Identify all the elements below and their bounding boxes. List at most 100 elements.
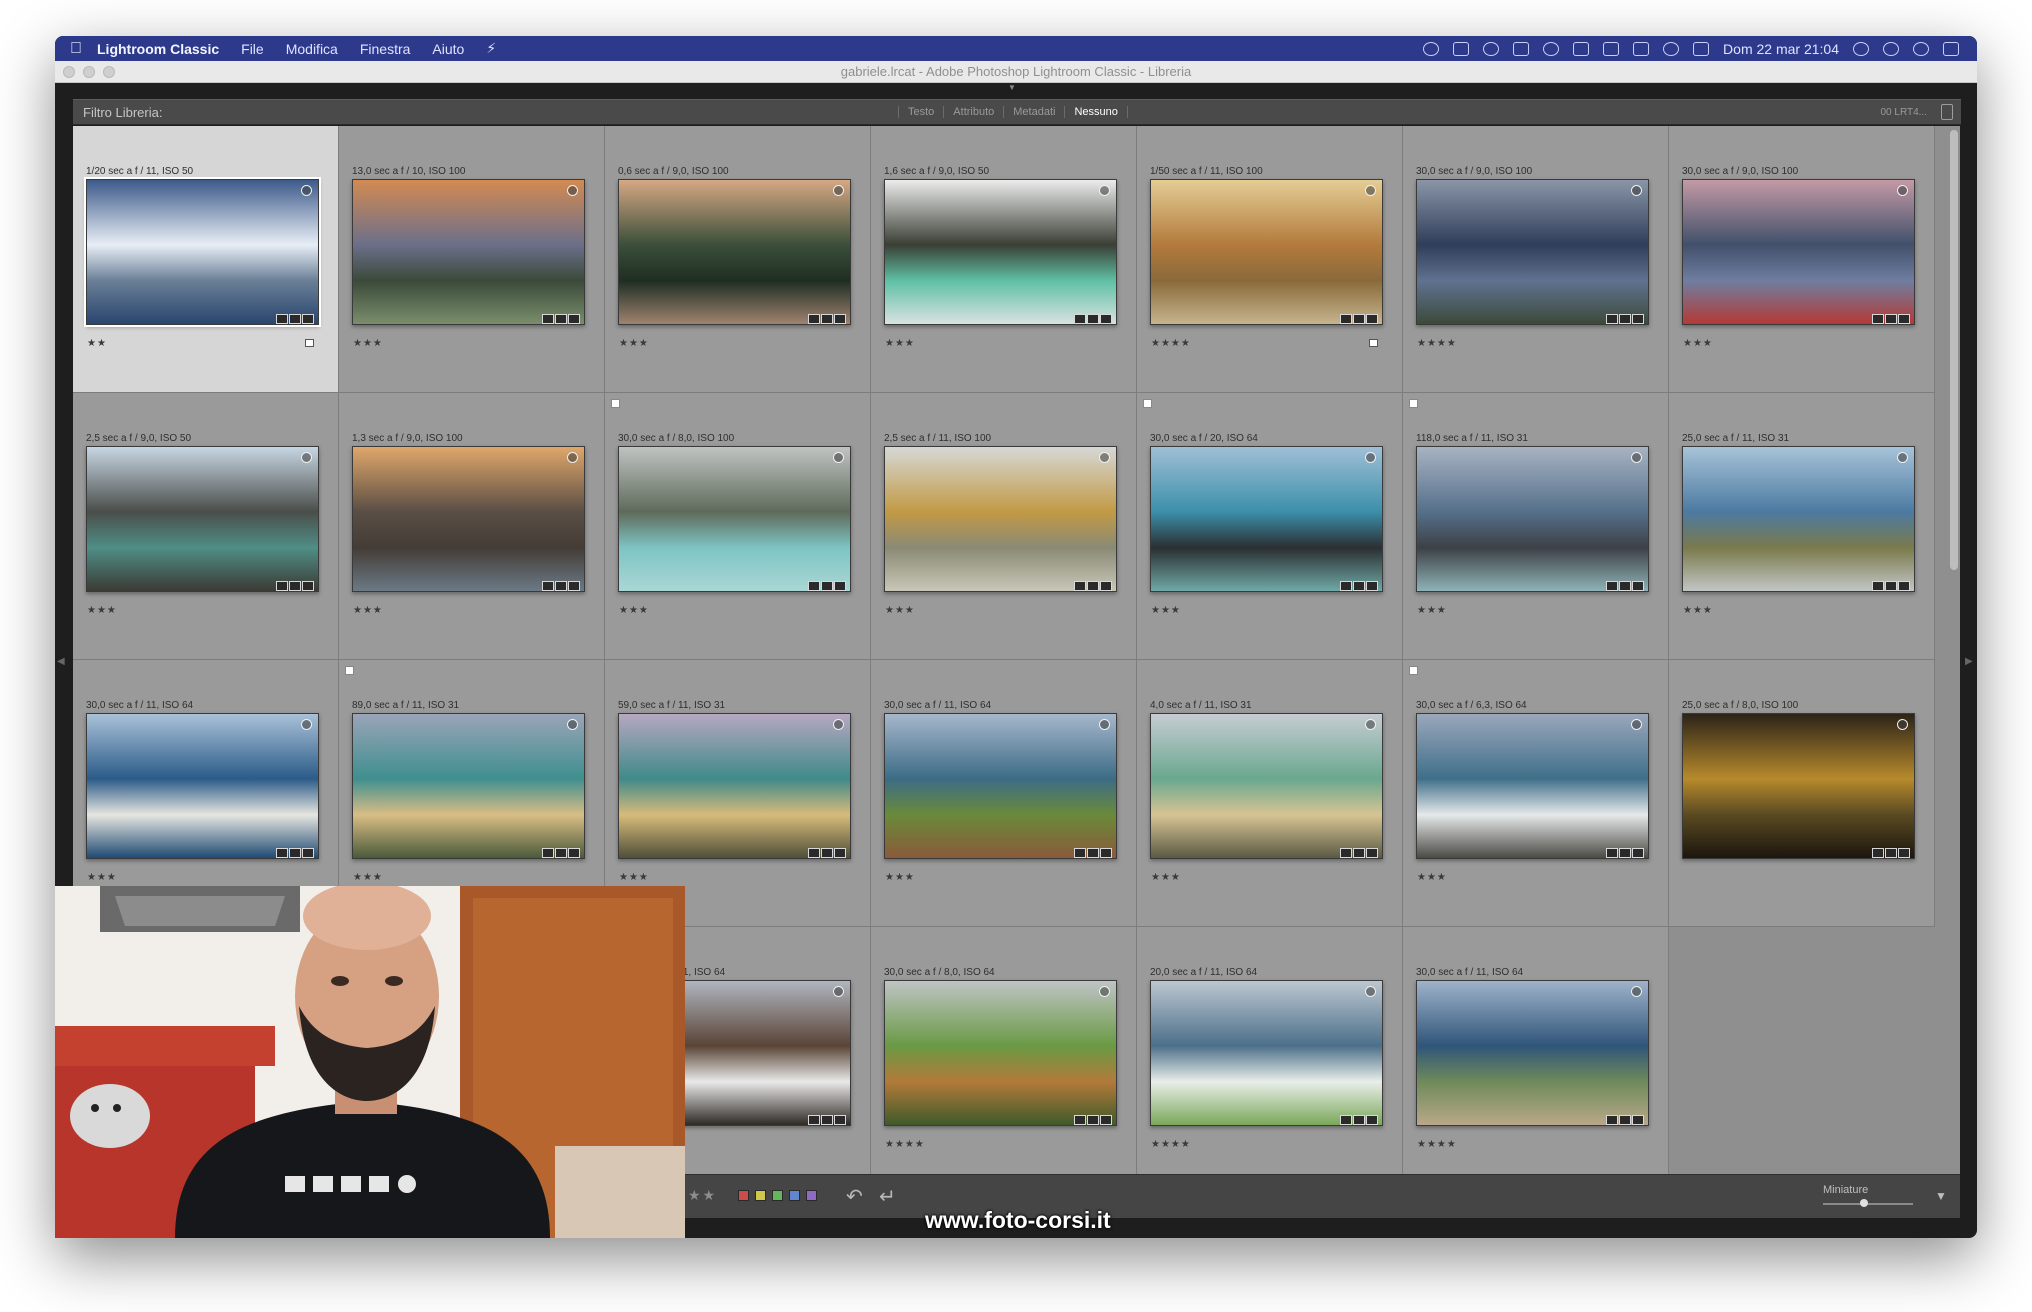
photo-thumbnail[interactable] <box>1416 446 1649 592</box>
grid-cell[interactable]: 25,0 sec a f / 11, ISO 31 ★★★ <box>1669 393 1935 660</box>
metadata-badge-icon[interactable] <box>1100 848 1112 858</box>
tray-icon[interactable] <box>1423 41 1440 56</box>
circle-badge-icon[interactable] <box>1365 986 1376 997</box>
photo-thumbnail[interactable] <box>618 446 851 592</box>
menu-app-name[interactable]: Lightroom Classic <box>97 41 219 57</box>
metadata-badge-icon[interactable] <box>1366 314 1378 324</box>
metadata-badge-icon[interactable] <box>542 581 554 591</box>
metadata-badge-icon[interactable] <box>1606 581 1618 591</box>
search-icon[interactable] <box>1883 41 1899 56</box>
circle-badge-icon[interactable] <box>833 986 844 997</box>
photo-thumbnail[interactable] <box>1150 980 1383 1126</box>
metadata-badge-icon[interactable] <box>1366 581 1378 591</box>
metadata-badge-icon[interactable] <box>1087 1115 1099 1125</box>
siri-icon[interactable] <box>1913 41 1929 56</box>
circle-badge-icon[interactable] <box>1631 452 1642 463</box>
photo-thumbnail[interactable] <box>352 179 585 325</box>
metadata-badge-icon[interactable] <box>821 581 833 591</box>
metadata-badge-icon[interactable] <box>808 1115 820 1125</box>
metadata-badge-icon[interactable] <box>1606 314 1618 324</box>
grid-scrollbar[interactable] <box>1950 130 1958 570</box>
metadata-badge-icon[interactable] <box>276 848 288 858</box>
star-rating[interactable]: ★★★ <box>885 605 915 616</box>
metadata-badge-icon[interactable] <box>1898 848 1910 858</box>
photo-thumbnail[interactable] <box>1150 179 1383 325</box>
circle-badge-icon[interactable] <box>1099 719 1110 730</box>
photo-thumbnail[interactable] <box>84 177 321 327</box>
metadata-badge-icon[interactable] <box>542 848 554 858</box>
circle-badge-icon[interactable] <box>567 719 578 730</box>
photo-thumbnail[interactable] <box>884 446 1117 592</box>
metadata-badge-icon[interactable] <box>1885 848 1897 858</box>
menu-aiuto[interactable]: Aiuto <box>432 41 464 57</box>
metadata-badge-icon[interactable] <box>1100 314 1112 324</box>
metadata-badge-icon[interactable] <box>1872 848 1884 858</box>
circle-badge-icon[interactable] <box>1897 452 1908 463</box>
grid-cell[interactable]: 2,5 sec a f / 9,0, ISO 50 ★★★ <box>73 393 339 660</box>
photo-thumbnail[interactable] <box>352 446 585 592</box>
metadata-badge-icon[interactable] <box>1632 581 1644 591</box>
photo-thumbnail[interactable] <box>1682 446 1915 592</box>
metadata-badge-icon[interactable] <box>1872 581 1884 591</box>
lock-icon[interactable] <box>1941 104 1953 120</box>
grid-cell[interactable]: 2,5 sec a f / 11, ISO 100 ★★★ <box>871 393 1137 660</box>
volume-icon[interactable] <box>1693 41 1710 56</box>
metadata-badge-icon[interactable] <box>1353 1115 1365 1125</box>
circle-badge-icon[interactable] <box>1365 185 1376 196</box>
photo-thumbnail[interactable] <box>1416 713 1649 859</box>
grid-cell[interactable]: 13,0 sec a f / 10, ISO 100 ★★★ <box>339 126 605 393</box>
menu-file[interactable]: File <box>241 41 264 57</box>
metadata-badge-icon[interactable] <box>808 581 820 591</box>
color-label-swatch[interactable] <box>738 1190 749 1201</box>
metadata-badge-icon[interactable] <box>276 314 288 324</box>
circle-badge-icon[interactable] <box>1365 719 1376 730</box>
tray-icon[interactable] <box>1543 41 1560 56</box>
wifi-icon[interactable] <box>1663 41 1680 56</box>
color-label-swatch[interactable] <box>789 1190 800 1201</box>
star-rating[interactable]: ★★★ <box>619 872 649 883</box>
photo-thumbnail[interactable] <box>1150 713 1383 859</box>
grid-cell[interactable]: 30,0 sec a f / 11, ISO 64 ★★★ <box>871 660 1137 927</box>
metadata-badge-icon[interactable] <box>1885 314 1897 324</box>
metadata-badge-icon[interactable] <box>834 581 846 591</box>
photo-thumbnail[interactable] <box>352 713 585 859</box>
metadata-badge-icon[interactable] <box>302 581 314 591</box>
grid-cell[interactable]: 30,0 sec a f / 6,3, ISO 64 ★★★ <box>1403 660 1669 927</box>
metadata-badge-icon[interactable] <box>542 314 554 324</box>
circle-badge-icon[interactable] <box>1897 185 1908 196</box>
star-rating[interactable]: ★★★ <box>1683 338 1713 349</box>
metadata-badge-icon[interactable] <box>1898 581 1910 591</box>
star-rating[interactable]: ★★★★ <box>1417 1139 1457 1150</box>
tray-icon[interactable] <box>1483 41 1500 56</box>
flag-icon[interactable] <box>345 666 354 675</box>
filter-tab-nessuno[interactable]: Nessuno <box>1065 106 1128 118</box>
star-rating[interactable]: ★★★ <box>1151 872 1181 883</box>
metadata-badge-icon[interactable] <box>1619 314 1631 324</box>
photo-thumbnail[interactable] <box>86 713 319 859</box>
star-rating[interactable]: ★★★ <box>353 872 383 883</box>
metadata-badge-icon[interactable] <box>568 848 580 858</box>
metadata-badge-icon[interactable] <box>1885 581 1897 591</box>
circle-badge-icon[interactable] <box>1099 185 1110 196</box>
metadata-badge-icon[interactable] <box>1340 581 1352 591</box>
metadata-badge-icon[interactable] <box>302 314 314 324</box>
star-rating[interactable]: ★★★ <box>1417 872 1447 883</box>
thumbnail-size-slider[interactable] <box>1823 1203 1913 1205</box>
metadata-badge-icon[interactable] <box>1872 314 1884 324</box>
star-rating[interactable]: ★★★ <box>1683 605 1713 616</box>
metadata-badge-icon[interactable] <box>1619 848 1631 858</box>
rotate-right-icon[interactable]: ↵ <box>879 1184 896 1209</box>
circle-badge-icon[interactable] <box>1099 452 1110 463</box>
metadata-badge-icon[interactable] <box>1898 314 1910 324</box>
circle-badge-icon[interactable] <box>1099 986 1110 997</box>
apple-icon[interactable]:  <box>55 40 97 58</box>
metadata-badge-icon[interactable] <box>568 314 580 324</box>
metadata-badge-icon[interactable] <box>1353 581 1365 591</box>
panel-toggle-top-icon[interactable]: ▼ <box>1005 84 1019 92</box>
grid-cell[interactable]: 1,6 sec a f / 9,0, ISO 50 ★★★ <box>871 126 1137 393</box>
flag-icon[interactable] <box>1409 399 1418 408</box>
metadata-badge-icon[interactable] <box>1074 581 1086 591</box>
photo-thumbnail[interactable] <box>1682 179 1915 325</box>
metadata-badge-icon[interactable] <box>1606 1115 1618 1125</box>
bolt-icon[interactable]: ⚡︎ <box>486 40 496 57</box>
